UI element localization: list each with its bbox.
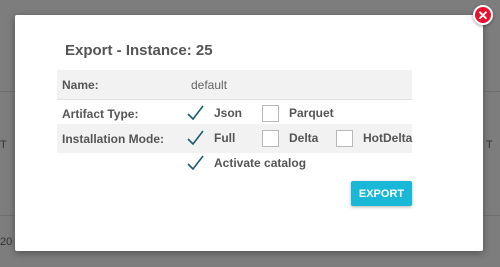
- name-input[interactable]: [187, 70, 412, 99]
- checkbox-icon[interactable]: [336, 129, 353, 147]
- activate-catalog-option[interactable]: Activate catalog: [187, 152, 306, 174]
- checkmark-icon[interactable]: [187, 130, 204, 147]
- installation-mode-delta-option[interactable]: Delta: [262, 127, 318, 149]
- close-icon: ✕: [477, 7, 489, 23]
- export-button[interactable]: EXPORT: [351, 181, 412, 206]
- option-label: HotDelta: [363, 131, 413, 145]
- export-dialog: Export - Instance: 25 Name: Artifact Typ…: [15, 15, 483, 251]
- close-button[interactable]: ✕: [473, 5, 493, 25]
- option-label: Parquet: [289, 106, 334, 120]
- dialog-title: Export - Instance: 25: [65, 42, 213, 59]
- artifact-type-label: Artifact Type:: [62, 107, 139, 121]
- artifact-type-parquet-option[interactable]: Parquet: [262, 102, 334, 124]
- activate-catalog-row: Activate catalog: [57, 149, 412, 178]
- option-label: Json: [214, 106, 243, 120]
- checkbox-icon[interactable]: [262, 104, 279, 122]
- installation-mode-full-option[interactable]: Full: [187, 127, 235, 149]
- option-label: Full: [214, 131, 236, 145]
- option-label: Delta: [289, 131, 319, 145]
- checkmark-icon[interactable]: [187, 155, 204, 172]
- background-text: T: [486, 139, 493, 151]
- name-label: Name:: [62, 78, 99, 92]
- checkbox-icon[interactable]: [262, 129, 279, 147]
- background-text: 20: [0, 236, 13, 248]
- installation-mode-label: Installation Mode:: [62, 132, 164, 146]
- installation-mode-hotdelta-option[interactable]: HotDelta: [336, 127, 412, 149]
- option-label: Activate catalog: [214, 156, 307, 170]
- name-row: Name:: [57, 70, 412, 100]
- background-text: T: [0, 139, 7, 151]
- artifact-type-json-option[interactable]: Json: [187, 102, 242, 124]
- checkmark-icon[interactable]: [187, 105, 204, 122]
